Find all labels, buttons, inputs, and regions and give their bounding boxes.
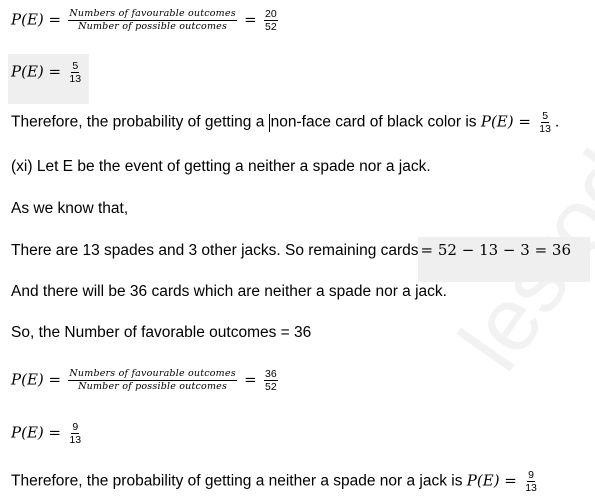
equals-sign: =	[244, 370, 257, 389]
equation-2: P(E) = 5 13	[11, 60, 85, 85]
denominator: 52	[265, 21, 277, 33]
conclusion-2: Therefore, the probability of getting a …	[11, 469, 541, 494]
equation-lhs: P(E) =	[11, 370, 62, 389]
equation-lhs: P(E) =	[11, 423, 62, 442]
numerator: 9	[527, 469, 535, 482]
favorable-outcomes: So, the Number of favorable outcomes = 3…	[11, 324, 312, 341]
denominator: 13	[69, 434, 82, 446]
denominator: 52	[265, 381, 277, 393]
text-cursor	[268, 113, 270, 132]
numerator: 9	[71, 421, 80, 434]
denominator: Number of possible outcomes	[78, 381, 228, 392]
numerator: 20	[264, 8, 278, 21]
equation-lhs: P(E) =	[11, 10, 62, 29]
denominator: Number of possible outcomes	[78, 21, 228, 32]
conclusion-1: Therefore, the probability of getting a …	[11, 110, 559, 135]
probability-expression: P(E) =	[466, 471, 517, 490]
period: .	[554, 113, 560, 131]
probability-expression: P(E) =	[480, 112, 531, 131]
fraction-result: 20 52	[264, 8, 278, 33]
equation-3: P(E) = Numbers of favourable outcomes Nu…	[11, 368, 281, 393]
fraction-result: 9 13	[68, 421, 82, 446]
equation-4: P(E) = 9 13	[11, 421, 85, 446]
fraction-result: 5 13	[538, 110, 552, 135]
conclusion-text: Therefore, the probability of getting a	[11, 113, 269, 131]
remaining-cards: There are 13 spades and 3 other jacks. S…	[11, 240, 571, 261]
fraction-formula: Numbers of favourable outcomes Number of…	[68, 368, 237, 393]
fraction-result: 9 13	[524, 469, 538, 494]
part-xi-heading: (xi) Let E be the event of getting a nei…	[11, 158, 431, 175]
numerator: Numbers of favourable outcomes	[68, 368, 237, 381]
equals-sign: =	[244, 10, 257, 29]
equation-1: P(E) = Numbers of favourable outcomes Nu…	[11, 8, 281, 33]
numerator: 36	[264, 368, 278, 381]
numerator: 5	[71, 60, 80, 73]
numerator: 5	[541, 110, 550, 123]
fraction-result: 36 52	[264, 368, 278, 393]
numerator: Numbers of favourable outcomes	[68, 8, 237, 21]
remaining-text: There are 13 spades and 3 other jacks. S…	[11, 242, 419, 259]
remaining-expression: = 52 − 13 − 3 = 36	[420, 241, 572, 259]
statement: And there will be 36 cards which are nei…	[11, 283, 447, 300]
conclusion-text: Therefore, the probability of getting a …	[11, 472, 467, 490]
as-we-know: As we know that,	[11, 200, 129, 217]
denominator: 13	[69, 73, 82, 85]
denominator: 13	[539, 123, 551, 135]
conclusion-text-cont: non-face card of black color is	[270, 113, 481, 131]
fraction-result: 5 13	[68, 60, 82, 85]
fraction-formula: Numbers of favourable outcomes Number of…	[68, 8, 237, 33]
equation-lhs: P(E) =	[11, 62, 62, 81]
denominator: 13	[525, 482, 537, 494]
